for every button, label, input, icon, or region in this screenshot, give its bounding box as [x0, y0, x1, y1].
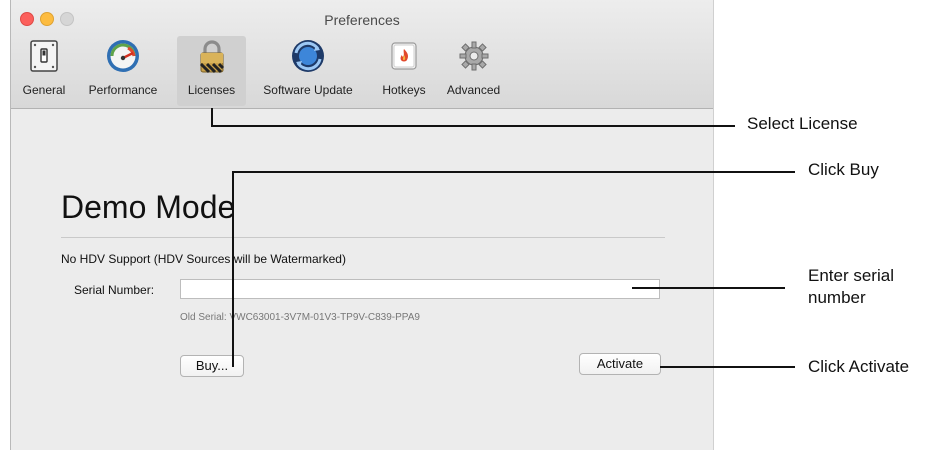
tab-hotkeys-label: Hotkeys	[382, 83, 426, 97]
licenses-pane: Demo Mode No HDV Support (HDV Sources wi…	[11, 109, 713, 450]
serial-number-label: Serial Number:	[74, 283, 155, 297]
tab-software-update[interactable]: Software Update	[248, 36, 368, 106]
select-license-leader	[211, 125, 735, 127]
tab-general[interactable]: General	[15, 36, 73, 106]
tab-licenses[interactable]: Licenses	[177, 36, 246, 106]
activate-button[interactable]: Activate	[579, 353, 661, 375]
click-buy-callout: Click Buy	[808, 160, 879, 179]
serial-number-input[interactable]	[180, 279, 660, 299]
switch-icon	[30, 40, 58, 72]
old-serial-text: Old Serial: VWC63001-3V7M-01V3-TP9V-C839…	[180, 312, 420, 323]
speedometer-icon	[107, 40, 139, 72]
tab-advanced[interactable]: Advanced	[436, 36, 511, 106]
enter-serial-callout-line1: Enter serial	[808, 266, 894, 285]
click-activate-callout: Click Activate	[808, 357, 910, 376]
enter-serial-callout-line2: number	[808, 288, 866, 307]
hdv-support-note: No HDV Support (HDV Sources will be Wate…	[61, 252, 346, 266]
divider	[61, 237, 665, 238]
preferences-window: Preferences General Performance Licenses…	[10, 0, 714, 450]
padlock-icon	[199, 40, 224, 74]
tab-performance[interactable]: Performance	[73, 36, 173, 106]
page-title: Demo Mode	[61, 189, 236, 225]
tab-hotkeys[interactable]: Hotkeys	[374, 36, 434, 106]
tab-software-update-label: Software Update	[263, 83, 353, 97]
tab-general-label: General	[22, 83, 66, 97]
tab-licenses-label: Licenses	[187, 83, 236, 97]
window-title: Preferences	[324, 12, 400, 28]
sync-arrows-icon	[292, 40, 324, 72]
click-buy-leader	[232, 171, 795, 173]
tab-advanced-label: Advanced	[446, 83, 501, 97]
click-buy-leader-vertical	[232, 171, 234, 367]
tab-performance-label: Performance	[88, 83, 158, 97]
enter-serial-leader	[632, 287, 785, 289]
title-bar: Preferences General Performance Licenses…	[11, 0, 713, 109]
select-license-callout: Select License	[747, 114, 858, 133]
gears-icon	[459, 41, 488, 71]
buy-button[interactable]: Buy...	[180, 355, 244, 377]
flame-key-icon	[391, 42, 417, 70]
click-activate-leader	[660, 366, 795, 368]
